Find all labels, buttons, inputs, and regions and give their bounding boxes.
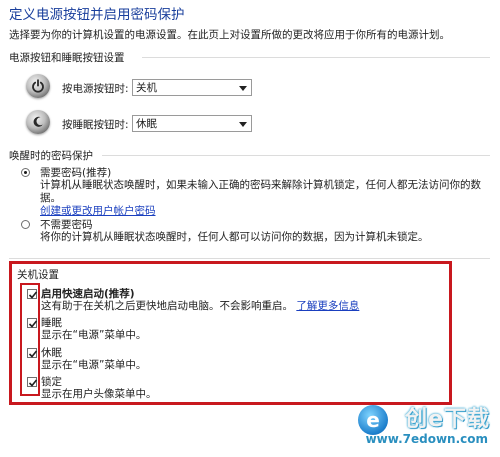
require-password-radio[interactable] [21, 168, 30, 177]
lock-label[interactable]: 锁定 [41, 374, 62, 389]
lock-checkbox[interactable] [27, 377, 38, 387]
hibernate-checkbox[interactable] [27, 348, 38, 358]
fast-startup-checkbox[interactable] [27, 289, 38, 299]
lock-desc: 显示在用户头像菜单中。 [41, 388, 157, 400]
require-password-desc-text: 计算机从睡眠状态唤醒时，如果未输入正确的密码来解除计算机锁定，任何人都无法访问你… [40, 179, 481, 204]
hibernate-label[interactable]: 休眠 [41, 345, 62, 360]
power-button-label: 按电源按钮时: [62, 83, 129, 95]
wake-section-title: 唤醒时的密码保护 [9, 150, 93, 162]
fast-startup-desc-text: 这有助于在关机之后更快地启动电脑。不会影响重启。 [41, 300, 293, 312]
sleep-checkbox[interactable] [27, 318, 38, 328]
watermark-badge: e [358, 405, 388, 435]
chevron-down-icon [239, 86, 247, 91]
shutdown-section-title: 关机设置 [17, 269, 59, 281]
sleep-button-icon [26, 110, 50, 134]
watermark-brand: 创e下载 [405, 407, 490, 432]
section-divider [102, 155, 490, 156]
site-watermark: e 创e下载 www.7edown.com [314, 401, 494, 453]
sleep-button-action-value: 休眠 [136, 118, 157, 130]
power-section-title: 电源按钮和睡眠按钮设置 [9, 52, 125, 64]
sleep-button-action-select[interactable]: 休眠 [132, 115, 252, 132]
fast-startup-desc: 这有助于在关机之后更快地启动电脑。不会影响重启。 了解更多信息 [41, 300, 359, 313]
no-password-desc: 将你的计算机从睡眠状态唤醒时，任何人都可以访问你的数据，因为计算机未锁定。 [40, 231, 429, 243]
require-password-label[interactable]: 需要密码(推荐) [40, 165, 111, 180]
page-title: 定义电源按钮并启用密码保护 [9, 7, 185, 23]
learn-more-link[interactable]: 了解更多信息 [296, 300, 359, 312]
sleep-label[interactable]: 睡眠 [41, 315, 62, 330]
watermark-url: www.7edown.com [365, 432, 488, 446]
hibernate-desc: 显示在“电源”菜单中。 [41, 359, 147, 371]
no-password-label[interactable]: 不需要密码 [40, 217, 93, 232]
section-divider [9, 258, 490, 259]
require-password-desc: 计算机从睡眠状态唤醒时，如果未输入正确的密码来解除计算机锁定，任何人都无法访问你… [40, 179, 492, 218]
power-button-icon [26, 74, 50, 98]
no-password-radio[interactable] [21, 220, 30, 229]
change-password-link[interactable]: 创建或更改用户帐户密码 [40, 205, 156, 217]
page-subtitle: 选择要为你的计算机设置的电源设置。在此页上对设置所做的更改将应用于你所有的电源计… [9, 29, 450, 41]
chevron-down-icon [239, 122, 247, 127]
sleep-desc: 显示在“电源”菜单中。 [41, 329, 147, 341]
power-button-action-value: 关机 [136, 82, 157, 94]
fast-startup-label[interactable]: 启用快速启动(推荐) [41, 286, 135, 301]
sleep-button-label: 按睡眠按钮时: [62, 119, 129, 131]
section-divider [142, 57, 490, 58]
power-button-action-select[interactable]: 关机 [132, 79, 252, 96]
